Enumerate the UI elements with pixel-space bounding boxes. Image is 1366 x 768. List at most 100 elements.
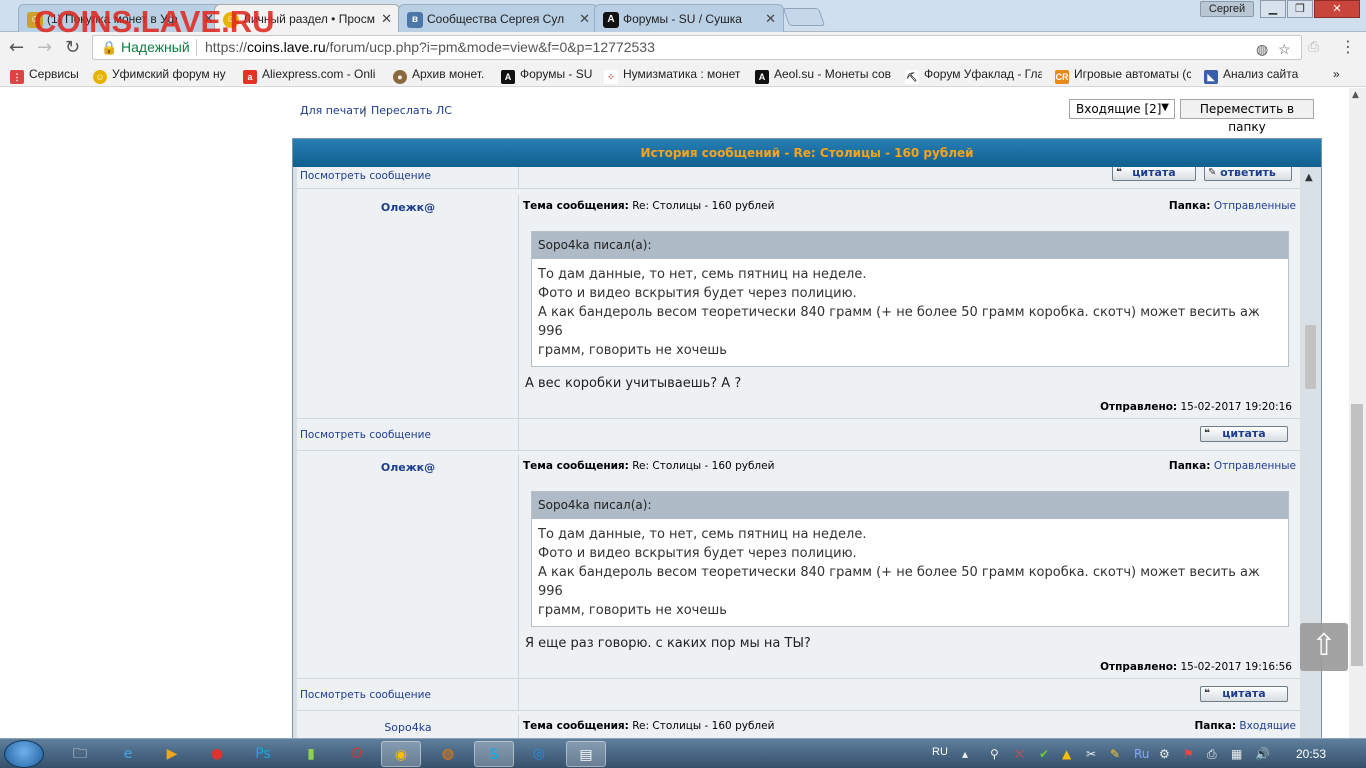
- opera-icon[interactable]: O: [337, 741, 377, 767]
- battery-icon[interactable]: ▮: [291, 741, 331, 767]
- reply-button-label: ответить: [1220, 167, 1276, 179]
- folder-link[interactable]: Отправленные: [1214, 200, 1296, 212]
- bookmark-star-icon[interactable]: ☆: [1278, 38, 1291, 61]
- opera-icon[interactable]: ●: [197, 741, 237, 767]
- document-icon[interactable]: ▤: [566, 741, 606, 767]
- pdf-extension-icon[interactable]: ⎙: [1308, 39, 1319, 55]
- quote-line: Фото и видео вскрытия будет через полици…: [538, 546, 857, 561]
- aliexpress-icon: a: [243, 70, 257, 84]
- bookmark-services[interactable]: ⋮ Сервисы: [10, 67, 90, 84]
- cookie-blocked-icon[interactable]: ◍: [1256, 38, 1268, 61]
- media-player-icon[interactable]: ▶: [152, 741, 192, 767]
- folder-link[interactable]: Отправленные: [1214, 460, 1296, 472]
- ru-app-icon[interactable]: Ru: [1134, 747, 1149, 761]
- pen-icon[interactable]: ✎: [1110, 747, 1120, 761]
- gear-icon[interactable]: ⚙: [1159, 747, 1170, 761]
- start-button[interactable]: [4, 740, 44, 768]
- menu-icon[interactable]: ⋮: [1340, 37, 1356, 56]
- bookmark-label: Aliexpress.com - Onli: [262, 67, 376, 81]
- folder-label: Папка:: [1168, 460, 1211, 472]
- tab-title: Сообщества Сергея Сул: [427, 12, 565, 26]
- network-tray-icon[interactable]: ▦: [1231, 747, 1242, 761]
- folder-select[interactable]: Входящие [2] ▼: [1069, 99, 1175, 119]
- bookmark-numismatics[interactable]: ⁘ Нумизматика : монет: [604, 67, 744, 84]
- tool-icon[interactable]: ✂: [1086, 747, 1096, 761]
- left-column: [297, 455, 519, 678]
- volume-icon[interactable]: 🔊: [1255, 747, 1270, 761]
- check-icon[interactable]: ✔: [1039, 747, 1049, 761]
- bookmark-aliexpress[interactable]: a Aliexpress.com - Onli: [243, 67, 382, 84]
- close-icon[interactable]: ✕: [381, 11, 392, 27]
- author-name[interactable]: Sopo4ka: [297, 721, 519, 734]
- bookmark-coin-archive[interactable]: ● Архив монет.: [393, 67, 493, 84]
- view-message-link[interactable]: Посмотреть сообщение: [300, 429, 431, 441]
- bookmark-site-analysis[interactable]: ◣ Анализ сайта: [1204, 67, 1304, 84]
- taskbar: 🗀 e ▶ ● Ps ▮ O ◉ ◍ S ◎ ▤ RU ▴ ⚲ ⛌ ✔ ▲ ✂ …: [0, 738, 1366, 768]
- bookmark-ufaklad[interactable]: ⛏ Форум Уфаклад - Гла: [905, 67, 1042, 84]
- bookmark-su-forums[interactable]: A Форумы - SU: [501, 67, 597, 84]
- bookmark-aeol[interactable]: A Aeol.su - Монеты сов: [755, 67, 892, 84]
- tab-vk-communities[interactable]: в Сообщества Сергея Сул ✕: [398, 4, 598, 32]
- bookmark-slots[interactable]: CR Игровые автоматы (с: [1055, 67, 1191, 84]
- chevron-up-icon[interactable]: ▴: [962, 747, 968, 761]
- close-icon[interactable]: ✕: [765, 11, 776, 27]
- print-link[interactable]: Для печати: [300, 104, 367, 117]
- message-subject: Тема сообщения: Re: Столицы - 160 рублей: [523, 460, 774, 472]
- history-title: История сообщений - Re: Столицы - 160 ру…: [293, 139, 1321, 167]
- history-scrollbar-thumb[interactable]: [1305, 325, 1316, 389]
- quote-body: То дам данные, то нет, семь пятниц на не…: [532, 519, 1288, 626]
- maximize-button[interactable]: ❐: [1287, 0, 1313, 18]
- usb-icon[interactable]: ⚲: [990, 747, 999, 761]
- close-window-button[interactable]: ✕: [1314, 0, 1360, 18]
- scroll-up-icon[interactable]: ▲: [1305, 172, 1313, 183]
- minimize-button[interactable]: ▁: [1260, 0, 1286, 18]
- url-path: /forum/ucp.php?i=pm&mode=view&f=0&p=1277…: [325, 39, 655, 55]
- folder-label: Папка:: [1168, 200, 1211, 212]
- page-scrollbar-thumb[interactable]: [1351, 404, 1363, 666]
- flag-icon[interactable]: ⚑: [1183, 747, 1194, 761]
- view-message-link[interactable]: Посмотреть сообщение: [300, 170, 431, 182]
- reload-icon[interactable]: ↻: [65, 37, 80, 58]
- bookmark-ufa-forum[interactable]: ☺ Уфимский форум ну: [93, 67, 231, 84]
- chrome-icon[interactable]: ◉: [381, 741, 421, 767]
- reply-button[interactable]: ✎ ответить: [1204, 167, 1292, 181]
- antivirus-icon[interactable]: ⛌: [1015, 747, 1024, 762]
- scroll-up-icon[interactable]: ▲: [1352, 90, 1359, 100]
- move-to-folder-button[interactable]: Переместить в папку: [1180, 99, 1314, 134]
- network-icon[interactable]: ◎: [519, 741, 559, 767]
- quote-line: Фото и видео вскрытия будет через полици…: [538, 286, 857, 301]
- author-name[interactable]: Олежк@: [297, 461, 519, 474]
- sent-date: Отправлено: 15-02-2017 19:16:56: [1100, 661, 1292, 673]
- quote-button[interactable]: ❝ цитата: [1200, 686, 1288, 702]
- skype-icon[interactable]: S: [474, 741, 514, 767]
- firefox-icon[interactable]: ◍: [428, 741, 468, 767]
- language-indicator[interactable]: RU: [932, 746, 948, 758]
- new-tab-button[interactable]: [782, 8, 826, 26]
- back-arrow-icon[interactable]: ←: [9, 37, 24, 58]
- profile-button[interactable]: Сергей: [1200, 1, 1254, 17]
- forward-pm-link[interactable]: Переслать ЛС: [371, 104, 452, 117]
- author-name[interactable]: Олежк@: [297, 201, 519, 214]
- forward-arrow-icon[interactable]: →: [37, 37, 52, 58]
- bookmark-label: Анализ сайта: [1223, 67, 1299, 81]
- ie-icon[interactable]: e: [108, 741, 148, 767]
- scroll-to-top-button[interactable]: ⇧: [1300, 623, 1348, 671]
- more-bookmarks-button[interactable]: »: [1333, 67, 1347, 81]
- quote-author: Sopo4ka писал(а):: [532, 492, 1288, 519]
- view-message-link[interactable]: Посмотреть сообщение: [300, 689, 431, 701]
- explorer-icon[interactable]: 🗀: [60, 741, 100, 767]
- quote-button[interactable]: ❝ цитата: [1112, 167, 1196, 181]
- tab-su-forums[interactable]: A Форумы - SU / Сушка ✕: [594, 4, 784, 32]
- close-icon[interactable]: ✕: [579, 11, 590, 27]
- bookmark-label: Архив монет.: [412, 67, 485, 81]
- divider: [196, 39, 197, 56]
- quote-box: Sopo4ka писал(а): То дам данные, то нет,…: [531, 491, 1289, 627]
- drive-icon[interactable]: ▲: [1062, 747, 1071, 761]
- quote-button[interactable]: ❝ цитата: [1200, 426, 1288, 442]
- clock[interactable]: 20:53: [1296, 747, 1326, 761]
- message-folder: Папка: Отправленные: [1169, 200, 1296, 212]
- folder-link[interactable]: Входящие: [1239, 720, 1296, 732]
- message-history-list[interactable]: Посмотреть сообщение ❝ цитата ✎ ответить О…: [297, 167, 1300, 740]
- printer-icon[interactable]: ⎙: [1207, 747, 1217, 762]
- photoshop-icon[interactable]: Ps: [243, 741, 283, 767]
